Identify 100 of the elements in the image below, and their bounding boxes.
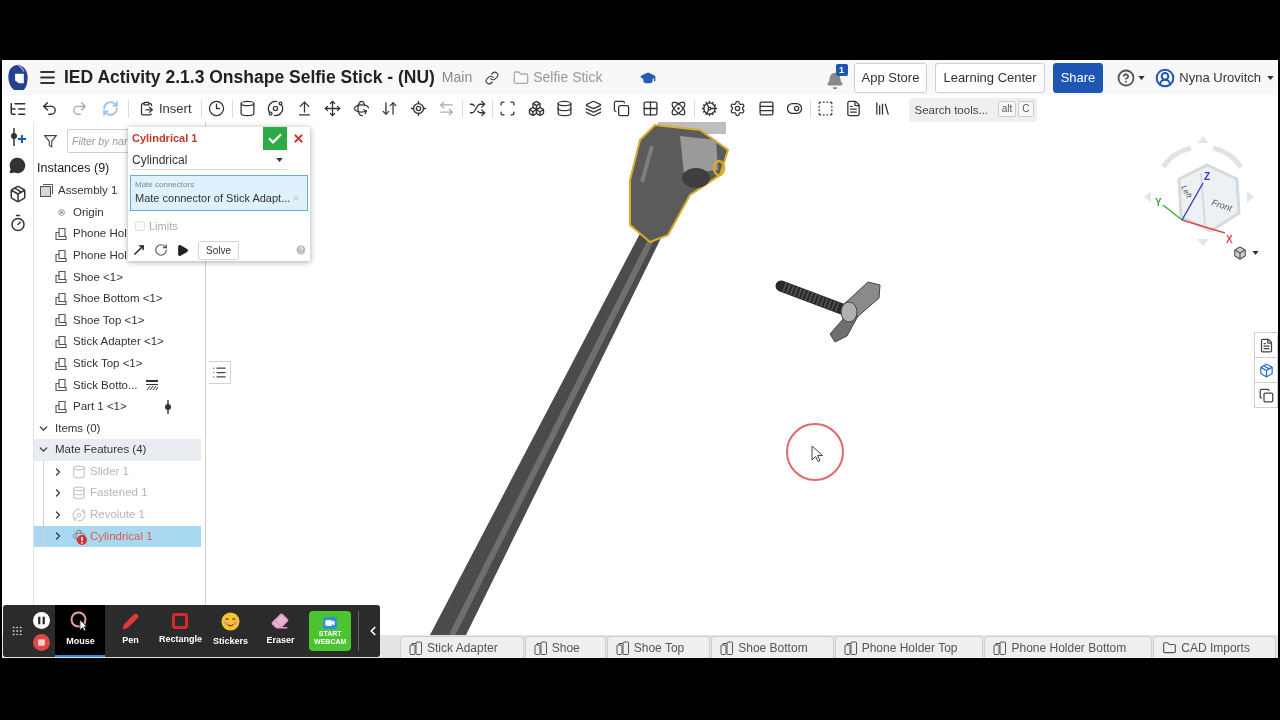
database-icon[interactable] [556, 100, 574, 117]
tree-item[interactable]: Shoe <1> [73, 268, 123, 286]
field-value: Mate connector of Stick Adapt... [135, 190, 291, 206]
document-tab[interactable]: CAD Imports [1153, 636, 1276, 658]
dot-plus-icon[interactable] [8, 128, 27, 146]
recorder-tool[interactable]: Stickers [205, 605, 256, 657]
pause-icon[interactable] [33, 611, 51, 629]
document-tab[interactable]: Phone Holder Bottom [984, 636, 1153, 658]
panel-toggle-button[interactable] [209, 361, 231, 384]
side-panel-button[interactable] [1254, 382, 1278, 408]
mate-type-select[interactable]: Cylindrical [132, 150, 287, 170]
arrow-icon[interactable] [132, 243, 146, 257]
tree-item[interactable]: Shoe Top <1> [73, 311, 145, 329]
link-icon[interactable] [485, 70, 500, 85]
menu-icon[interactable] [38, 68, 57, 87]
face-label[interactable]: Left [1179, 183, 1194, 200]
tree-item[interactable]: Assembly 1 [58, 182, 118, 200]
rotate-3d-icon[interactable] [352, 100, 370, 117]
document-tab[interactable]: Shoe Bottom [711, 636, 834, 658]
part-icon [55, 378, 67, 393]
avatar-icon[interactable] [1155, 67, 1176, 88]
copy-icon[interactable] [613, 100, 631, 117]
caret-icon[interactable] [1267, 75, 1274, 80]
mate-connector-field[interactable]: Mate connectors Mate connector of Stick Adapt... [130, 175, 308, 211]
shuffle-icon[interactable] [468, 100, 486, 117]
side-panel-button[interactable] [1254, 357, 1278, 383]
toggle-icon[interactable] [786, 100, 804, 117]
close-icon[interactable] [292, 132, 305, 145]
filter-field[interactable]: Filter by nar [68, 130, 128, 152]
tab-label: CAD Imports [1181, 639, 1250, 657]
recorder-tool[interactable]: Pen [105, 605, 156, 657]
bell-icon[interactable] [825, 71, 844, 90]
atom-icon[interactable] [670, 100, 688, 117]
part-icon [55, 334, 67, 349]
tree-item[interactable]: Shoe Bottom <1> [73, 290, 163, 308]
undo-icon[interactable] [41, 100, 58, 117]
logo-icon[interactable] [6, 64, 30, 91]
thumb-screw-model[interactable] [775, 280, 881, 343]
recorder-tool[interactable]: Mouse [55, 605, 106, 657]
comment-icon[interactable] [9, 157, 26, 174]
dashed-square-icon[interactable] [816, 100, 834, 117]
filter-icon[interactable] [44, 134, 57, 148]
scan-icon[interactable] [499, 100, 517, 117]
cog-icon[interactable] [700, 100, 718, 117]
boxes-icon[interactable] [527, 100, 545, 117]
caret-icon[interactable] [1252, 251, 1259, 255]
crosshair-icon[interactable] [409, 100, 427, 117]
cylinder-icon[interactable] [238, 100, 256, 117]
smiley-icon [220, 611, 240, 631]
document-icon[interactable] [845, 100, 863, 117]
field-label: Mate connectors [135, 179, 196, 190]
tree-item[interactable]: Stick Botto... [73, 376, 138, 394]
header-button[interactable]: Learning Center [935, 62, 1045, 93]
stop-icon[interactable] [33, 633, 51, 651]
layers-icon[interactable] [584, 100, 602, 117]
axis-label: Y [1155, 197, 1162, 208]
header-button[interactable]: Share [1052, 62, 1104, 93]
tree-item[interactable]: Phone Hol [73, 246, 127, 265]
cube-icon[interactable] [8, 185, 27, 203]
move-icon[interactable] [324, 100, 342, 117]
tree-group-label[interactable]: Items (0) [55, 419, 101, 437]
stick-model[interactable] [430, 122, 730, 635]
tree-item[interactable]: Phone Hol [73, 225, 127, 243]
arrows-up-down-icon[interactable] [381, 100, 399, 117]
tree-item[interactable]: Origin [73, 203, 104, 221]
tree-item[interactable]: Part 1 <1> [73, 398, 127, 416]
origin-dot-icon [57, 208, 65, 216]
part-icon [55, 248, 67, 263]
document-icon [1258, 337, 1274, 353]
rows-icon[interactable] [757, 100, 775, 117]
recorder-tool[interactable]: Eraser [255, 605, 306, 657]
tree-item[interactable]: Stick Adapter <1> [73, 333, 164, 351]
header-button[interactable]: App Store [853, 62, 928, 93]
document-tab[interactable]: Shoe Top [606, 636, 711, 658]
document-tab[interactable]: Stick Adapter [400, 636, 524, 658]
gear-icon[interactable] [729, 100, 747, 117]
document-tab[interactable]: Shoe [524, 636, 606, 658]
accept-button[interactable] [263, 127, 287, 150]
caret-icon[interactable] [1138, 75, 1146, 80]
help-icon[interactable] [1117, 68, 1136, 87]
notification-badge: 1 [835, 63, 848, 76]
clock-icon[interactable] [208, 100, 226, 117]
drag-handle-icon[interactable] [10, 625, 23, 637]
insert-button[interactable]: Insert [135, 97, 196, 120]
tree-item[interactable]: Stick Top <1> [73, 354, 143, 373]
solve-button[interactable]: Solve [198, 240, 239, 260]
caret-icon[interactable] [276, 157, 283, 162]
cube-icon[interactable] [1233, 246, 1247, 260]
face-label[interactable]: Front [1210, 197, 1234, 214]
document-title: IED Activity 2.1.3 Onshape Selfie Stick - (NU) [64, 66, 435, 90]
library-icon[interactable] [873, 100, 891, 117]
stopwatch-icon[interactable] [8, 214, 27, 232]
user-name[interactable]: Nyna Urovitch [1179, 67, 1261, 88]
play-icon[interactable] [176, 243, 189, 257]
rotate-icon[interactable] [154, 243, 168, 257]
orbit-icon[interactable] [267, 100, 285, 117]
side-panel-button[interactable] [1254, 332, 1278, 358]
document-tab[interactable]: Phone Holder Top [834, 636, 984, 658]
grid-icon[interactable] [641, 100, 659, 117]
recorder-tool[interactable]: Rectangle [155, 605, 206, 657]
